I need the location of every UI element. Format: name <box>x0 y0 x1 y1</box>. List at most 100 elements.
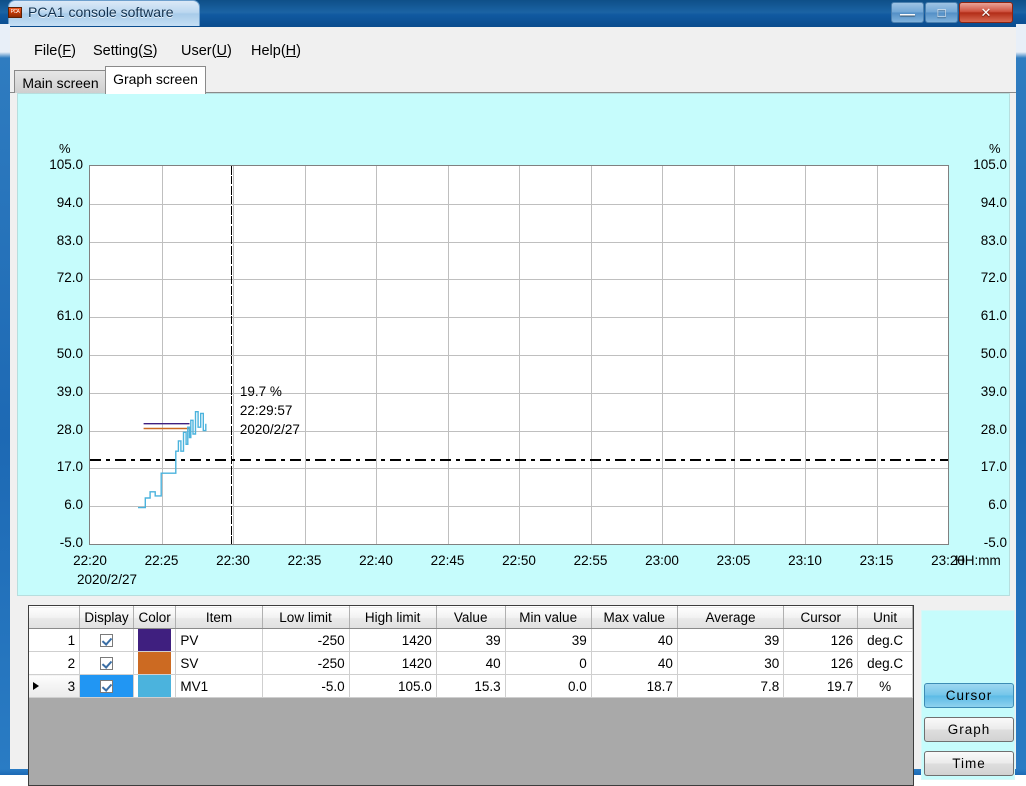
y-axis-tick-left: 61.0 <box>56 308 83 324</box>
button-cursor[interactable]: Cursor <box>924 683 1014 708</box>
checkbox-checked-icon[interactable] <box>100 634 113 648</box>
table-header-display[interactable]: Display <box>79 606 134 629</box>
table-cell-high_limit[interactable]: 105.0 <box>349 674 437 698</box>
table-row-header[interactable]: 2 <box>29 651 81 675</box>
table-cell-low_limit[interactable]: -250 <box>262 628 350 652</box>
table-cell-average[interactable]: 39 <box>677 628 785 652</box>
x-axis-tick: 22:40 <box>359 553 393 568</box>
table-cell-unit[interactable]: deg.C <box>857 651 913 675</box>
x-axis-tick: 23:00 <box>645 553 679 568</box>
y-axis-tick-left: 28.0 <box>56 421 83 437</box>
maximize-icon: □ <box>937 5 946 20</box>
y-axis-unit-left: % <box>59 141 71 156</box>
table-header-low_limit[interactable]: Low limit <box>262 606 350 629</box>
table-header-average[interactable]: Average <box>677 606 785 629</box>
button-time[interactable]: Time <box>924 751 1014 776</box>
tab-main-screen[interactable]: Main screen <box>14 70 107 93</box>
client-area: File(F) Setting(S) User(U) Help(H) Main scr… <box>10 27 1016 786</box>
x-axis-start-date: 2020/2/27 <box>77 572 138 587</box>
table-header-max_value[interactable]: Max value <box>591 606 678 629</box>
table-header-row[interactable] <box>29 606 81 629</box>
table-cell-average[interactable]: 30 <box>677 651 785 675</box>
y-axis-tick-left: -5.0 <box>59 535 83 550</box>
table-header-min_value[interactable]: Min value <box>505 606 592 629</box>
table-cell-max_value[interactable]: 40 <box>591 628 678 652</box>
x-axis-tick: 23:10 <box>788 553 822 568</box>
color-swatch-cell[interactable] <box>133 651 177 675</box>
cursor-date-label: 2020/2/27 <box>239 422 300 438</box>
table-cell-high_limit[interactable]: 1420 <box>349 628 437 652</box>
table-cell-max_value[interactable]: 18.7 <box>591 674 678 698</box>
table-row-header[interactable]: 1 <box>29 628 81 652</box>
y-axis-tick-right: 61.0 <box>980 308 1007 324</box>
minimize-icon: — <box>900 6 915 23</box>
table-cell-low_limit[interactable]: -250 <box>262 651 350 675</box>
maximize-button[interactable]: □ <box>925 2 958 23</box>
table-header-item[interactable]: Item <box>175 606 263 629</box>
chart-plot-area[interactable] <box>89 165 949 545</box>
series-table-container[interactable]: Display Color Item Low limit High limit Value… <box>28 605 914 786</box>
minimize-button[interactable]: — <box>891 2 924 23</box>
menu-item-setting[interactable]: Setting(S) <box>89 41 162 61</box>
checkbox-checked-icon[interactable] <box>100 657 113 671</box>
table-cell-item[interactable]: MV1 <box>175 674 263 698</box>
table-header-color[interactable]: Color <box>133 606 177 629</box>
application-window: PCA PCA1 console software — □ ✕ File(F) S… <box>0 0 1026 786</box>
y-axis-tick-right: 105.0 <box>973 157 1007 172</box>
table-cell-value[interactable]: 40 <box>436 651 506 675</box>
close-button[interactable]: ✕ <box>959 2 1013 23</box>
y-axis-tick-right: 83.0 <box>980 232 1007 248</box>
table-cell-min_value[interactable]: 0 <box>505 651 592 675</box>
table-cell-cursor[interactable]: 126 <box>783 651 859 675</box>
table-header-cursor[interactable]: Cursor <box>783 606 859 629</box>
table-row[interactable]: 1 PV -250 1420 39 39 40 39 126 deg.C <box>29 628 913 652</box>
table-cell-unit[interactable]: % <box>857 674 913 698</box>
y-axis-tick-right: 50.0 <box>980 346 1007 361</box>
table-cell-high_limit[interactable]: 1420 <box>349 651 437 675</box>
table-header-high_limit[interactable]: High limit <box>349 606 437 629</box>
graph-panel: 19.7 % 22:29:57 2020/2/27 % % 2020/2/27 … <box>17 93 1010 596</box>
table-cell-min_value[interactable]: 39 <box>505 628 592 652</box>
menu-item-help[interactable]: Help(H) <box>247 41 305 61</box>
table-cell-item[interactable]: SV <box>175 651 263 675</box>
menu-item-file[interactable]: File(F) <box>30 41 80 61</box>
button-graph[interactable]: Graph <box>924 717 1014 742</box>
table-body: 1 PV -250 1420 39 39 40 39 126 deg.C 2 SV -250 1420 40… <box>29 628 913 698</box>
checkbox-checked-icon[interactable] <box>100 680 113 694</box>
table-cell-average[interactable]: 7.8 <box>677 674 785 698</box>
row-selector-arrow-icon <box>33 682 39 690</box>
y-axis-tick-right: 28.0 <box>980 421 1007 437</box>
table-row[interactable]: 3 MV1 -5.0 105.0 15.3 0.0 18.7 7.8 19.7% <box>29 674 913 698</box>
x-axis-tick: 22:45 <box>430 553 465 568</box>
table-cell-low_limit[interactable]: -5.0 <box>262 674 350 698</box>
y-axis-tick-right: 6.0 <box>988 497 1007 513</box>
table-cell-min_value[interactable]: 0.0 <box>505 674 592 698</box>
menu-item-user[interactable]: User(U) <box>177 41 236 61</box>
table-header-unit[interactable]: Unit <box>857 606 913 629</box>
tab-graph-screen[interactable]: Graph screen <box>105 66 206 94</box>
display-checkbox-cell[interactable] <box>79 628 134 652</box>
color-swatch-cell[interactable] <box>133 628 177 652</box>
table-cell-max_value[interactable]: 40 <box>591 651 678 675</box>
x-axis-tick: 22:25 <box>144 553 179 568</box>
title-bar: PCA PCA1 console software — □ ✕ <box>0 0 1026 27</box>
menu-bar: File(F) Setting(S) User(U) Help(H) <box>10 36 1016 64</box>
table-row-header[interactable]: 3 <box>29 674 81 698</box>
x-axis-tick: 22:30 <box>216 553 250 568</box>
table-cell-value[interactable]: 39 <box>436 628 506 652</box>
table-row[interactable]: 2 SV -250 1420 40 0 40 30 126 deg.C <box>29 651 913 675</box>
window-edge-right <box>1016 24 1026 775</box>
table-cell-item[interactable]: PV <box>175 628 263 652</box>
y-axis-tick-right: 94.0 <box>980 194 1007 210</box>
display-checkbox-cell[interactable] <box>79 674 134 698</box>
x-axis-tick: 22:35 <box>287 553 322 568</box>
table-cell-cursor[interactable]: 19.7 <box>783 674 859 698</box>
window-edge-left <box>0 24 10 775</box>
y-axis-tick-left: 94.0 <box>56 194 83 210</box>
color-swatch-cell[interactable] <box>133 674 177 698</box>
table-header-value[interactable]: Value <box>436 606 506 629</box>
table-cell-value[interactable]: 15.3 <box>436 674 506 698</box>
table-cell-unit[interactable]: deg.C <box>857 628 913 652</box>
table-cell-cursor[interactable]: 126 <box>783 628 859 652</box>
display-checkbox-cell[interactable] <box>79 651 134 675</box>
